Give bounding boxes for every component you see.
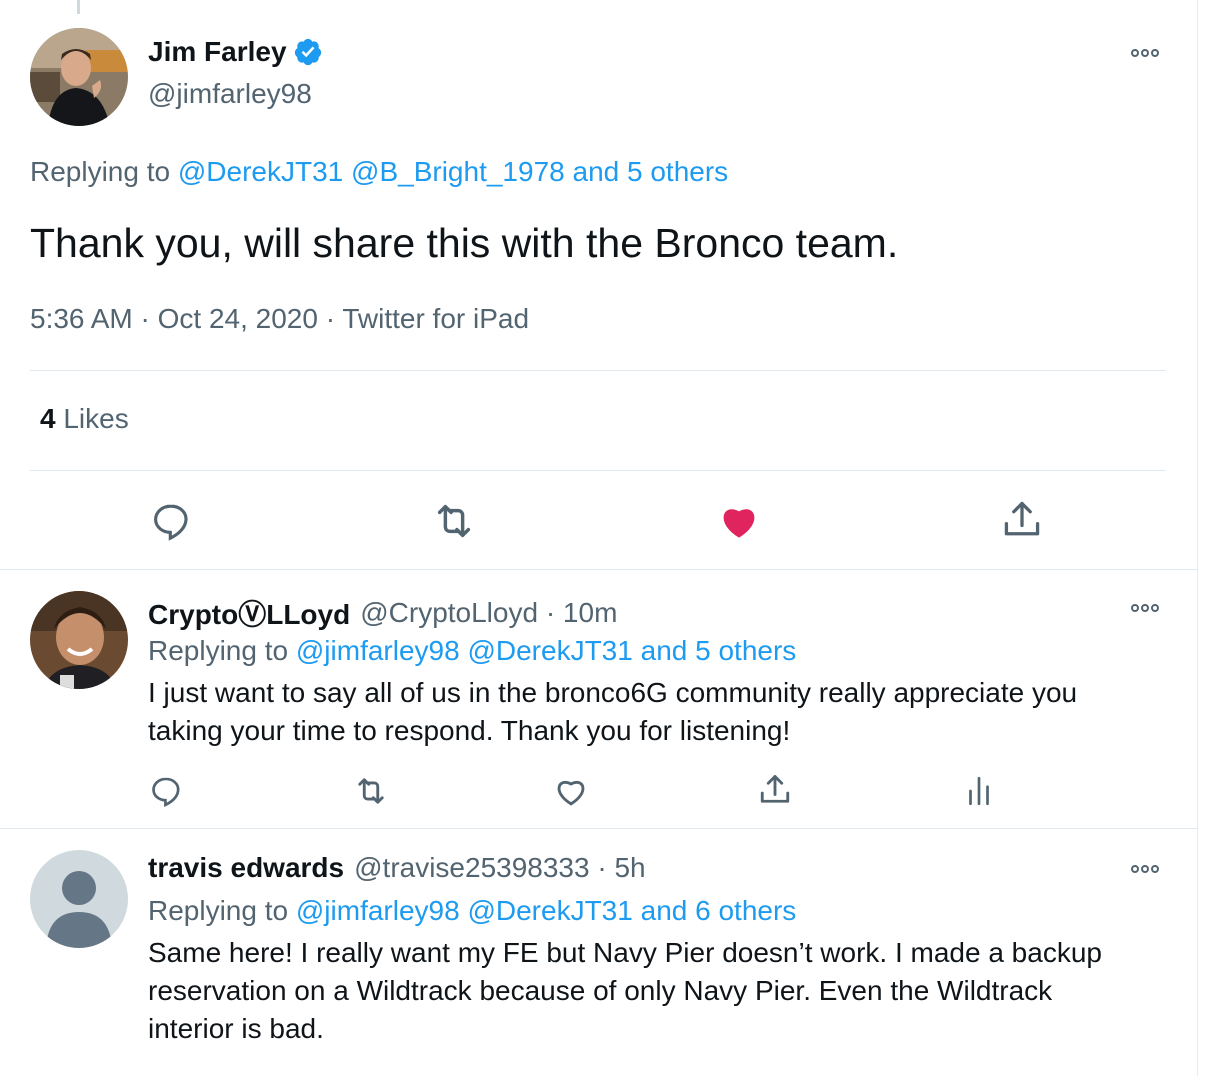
retweet-icon [437,504,471,538]
mention-link[interactable]: @B_Bright_1978 [351,156,565,187]
author-name[interactable]: CryptoⓋLLoyd [148,593,350,633]
main-tweet: Jim Farley @jimfarley98 Replying to @Der… [0,0,1197,570]
avatar[interactable] [30,591,128,689]
author-handle[interactable]: @jimfarley98 [148,78,312,110]
author-name[interactable]: travis edwards [148,852,344,884]
divider [30,470,1166,471]
likes-label: Likes [63,403,129,434]
analytics-icon [969,776,989,806]
mention-link[interactable]: @DerekJT31 [467,895,632,926]
reply-button[interactable] [145,770,187,812]
replying-prefix: Replying to [30,156,171,187]
analytics-button[interactable] [958,770,1000,812]
author-handle[interactable]: @CryptoLloyd · 10m [360,597,617,629]
avatar[interactable] [30,850,128,948]
tweet-text: Same here! I really want my FE but Navy … [148,937,1102,1044]
others-link[interactable]: and 5 others [641,635,797,666]
more-options-icon[interactable] [1131,862,1165,876]
like-button[interactable] [713,494,765,546]
verified-badge-icon [294,38,321,66]
default-avatar-icon [30,850,128,948]
replying-prefix: Replying to [148,635,289,666]
retweet-icon [358,778,384,804]
like-heart-icon [723,509,755,538]
likes-number: 4 [40,403,56,434]
author-name-row[interactable]: Jim Farley [148,36,323,68]
mention-link[interactable]: @DerekJT31 [467,635,632,666]
more-options-icon[interactable] [1131,601,1165,615]
column-border [1197,0,1198,1076]
author-name-row[interactable]: travis edwards @travise25398333 · 5h [148,852,646,884]
reply-icon [152,777,180,808]
author-name[interactable]: Jim Farley [148,36,287,68]
more-options-icon[interactable] [1131,46,1165,60]
tweet-text: I just want to say all of us in the bron… [148,677,1078,746]
replying-to: Replying to @DerekJT31 @B_Bright_1978 an… [30,156,728,188]
reply-tweet[interactable]: travis edwards @travise25398333 · 5h Rep… [0,829,1197,1076]
replying-to: Replying to @jimfarley98 @DerekJT31 and … [148,895,796,927]
reply-tweet[interactable]: CryptoⓋLLoyd @CryptoLloyd · 10m Replying… [0,570,1197,828]
tweet-text: Thank you, will share this with the Bron… [30,220,899,266]
like-button[interactable] [550,770,592,812]
author-handle[interactable]: @travise25398333 · 5h [354,852,646,884]
replying-prefix: Replying to [148,895,289,926]
likes-count[interactable]: 4 Likes [40,403,129,435]
mention-link[interactable]: @jimfarley98 [296,635,460,666]
mention-link[interactable]: @DerekJT31 [178,156,343,187]
tweet-timestamp[interactable]: 5:36 AM · Oct 24, 2020 · Twitter for iPa… [30,303,529,335]
share-button[interactable] [996,494,1048,546]
replying-to: Replying to @jimfarley98 @DerekJT31 and … [148,635,796,667]
divider [30,370,1166,371]
others-link[interactable]: and 5 others [573,156,729,187]
reply-button[interactable] [146,496,196,546]
author-name-row[interactable]: CryptoⓋLLoyd @CryptoLloyd · 10m [148,593,617,633]
share-button[interactable] [753,768,797,812]
reply-icon [154,504,188,541]
like-heart-icon [557,781,585,806]
avatar[interactable] [30,28,128,126]
retweet-button[interactable] [350,770,392,812]
share-icon [760,775,790,803]
others-link[interactable]: and 6 others [641,895,797,926]
share-icon [1004,501,1040,536]
retweet-button[interactable] [429,496,479,546]
mention-link[interactable]: @jimfarley98 [296,895,460,926]
